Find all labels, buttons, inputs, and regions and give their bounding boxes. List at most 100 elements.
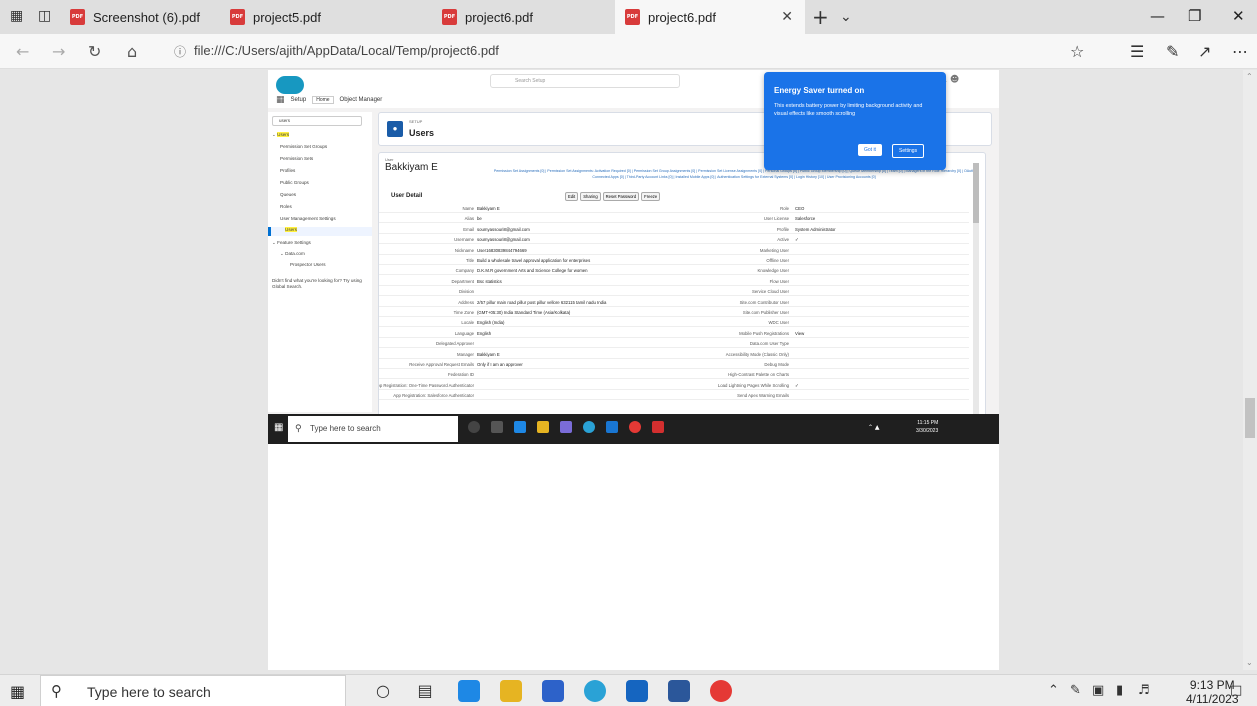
tab-object-manager[interactable]: Object Manager (340, 97, 383, 103)
field-value: English (India) (477, 320, 505, 326)
detail-row: Language English Mobile Push Registrations… (379, 330, 969, 338)
close-tab-icon[interactable]: ✕ (781, 9, 793, 25)
field-value: Bakkiyam E (477, 206, 500, 211)
app-name: Setup (290, 97, 307, 103)
settings-button[interactable]: Settings (892, 144, 925, 158)
field-label: Site.com Contributor User (739, 299, 789, 305)
pen-icon[interactable]: ✎ (1166, 42, 1179, 61)
app-launcher-icon[interactable]: ▦ (276, 95, 285, 105)
field-label: Receive Approval Request Emails (409, 362, 474, 367)
tab-project6-active[interactable]: PDF project6.pdf ✕ (615, 0, 805, 34)
freeze-button[interactable]: Freeze (641, 192, 661, 201)
restore-icon[interactable]: ❐ (1188, 7, 1201, 25)
start-button-icon[interactable]: ▦ (10, 682, 25, 701)
back-icon[interactable]: ← (16, 42, 29, 61)
task-view-icon[interactable]: ▤ (414, 680, 436, 702)
file-explorer-icon[interactable] (500, 680, 522, 702)
field-label: Department (451, 278, 474, 284)
refresh-icon[interactable]: ↻ (88, 42, 101, 61)
nav-item[interactable]: Profiles (280, 168, 295, 173)
field-label: Load Lightning Pages While Scrolling (717, 382, 789, 388)
scroll-down-icon[interactable]: ⌄ (1246, 658, 1253, 667)
pdf-file-icon: PDF (70, 9, 85, 25)
chrome-icon[interactable] (710, 680, 732, 702)
tab-home[interactable]: Home (312, 96, 334, 104)
volume-icon[interactable]: ♬ (1138, 683, 1150, 698)
pen-workspace-icon[interactable]: ✎ (1070, 683, 1081, 698)
detail-row: Alias be User License Salesforce (379, 215, 969, 224)
network-icon[interactable]: ▣ (1092, 683, 1104, 698)
edge-icon (514, 421, 526, 433)
inner-search-box: ⚲ Type here to search (288, 416, 458, 442)
favorite-star-icon[interactable]: ☆ (1070, 42, 1084, 61)
store-icon[interactable] (542, 680, 564, 702)
task-view-icon (491, 421, 503, 433)
scroll-up-icon[interactable]: ⌃ (1246, 72, 1253, 81)
tab-screenshot-6[interactable]: PDF Screenshot (6).pdf (62, 0, 228, 34)
field-value: be (477, 216, 482, 222)
more-menu-icon[interactable]: ⋯ (1232, 42, 1248, 61)
taskbar-search-box[interactable]: ⚲ Type here to search (40, 675, 346, 706)
info-icon[interactable]: ⓘ (174, 43, 186, 60)
new-tab-icon[interactable]: + (812, 5, 829, 29)
chrome-icon (629, 421, 641, 433)
notifications-icon[interactable]: □ (1230, 683, 1242, 698)
battery-icon[interactable]: ▮ (1116, 683, 1123, 698)
field-value: (GMT+05:30) India Standard Time (Asia/Ko… (477, 310, 571, 315)
cortana-icon[interactable]: ○ (372, 680, 394, 702)
detail-row: Company D.K.M.R government Arts and Scien… (379, 267, 969, 276)
nav-item[interactable]: Public Groups (280, 180, 309, 185)
minimize-icon[interactable]: — (1150, 7, 1165, 25)
edit-button[interactable]: Edit (565, 192, 579, 201)
nav-item[interactable]: Roles (280, 204, 292, 209)
nav-item-users-selected[interactable]: Users (268, 227, 372, 236)
tab-label: project6.pdf (648, 9, 716, 25)
nav-item[interactable]: Permission Sets (280, 156, 313, 161)
detail-scrollbar[interactable] (973, 163, 979, 419)
setup-search-input[interactable]: Search Setup (490, 74, 680, 88)
popup-body: This extends battery power by limiting b… (774, 103, 923, 117)
mail-icon[interactable] (626, 680, 648, 702)
sharing-button[interactable]: Sharing (580, 192, 601, 201)
favorites-list-icon[interactable]: ☰ (1130, 42, 1144, 61)
forward-icon[interactable]: → (52, 42, 65, 61)
windows-taskbar: ▦ ⚲ Type here to search ○ ▤ ⌃ ✎ ▣ ▮ ♬ 9:… (0, 674, 1257, 706)
tab-list-chevron-icon[interactable]: ⌄ (840, 9, 852, 25)
taskbar-search-placeholder: Type here to search (87, 684, 211, 700)
nav-group-users[interactable]: ⌄ Users (272, 132, 290, 138)
tab-project5[interactable]: PDF project5.pdf (228, 0, 418, 34)
share-icon[interactable]: ↗ (1198, 42, 1211, 61)
field-label: Address (458, 299, 474, 305)
got-it-button[interactable]: Got it (858, 144, 882, 156)
embedded-screenshot: Search Setup ▦ Setup Home Object Manager… (268, 70, 999, 444)
home-icon[interactable]: ⌂ (127, 42, 137, 61)
show-hidden-icons-icon[interactable]: ⌃ (1048, 683, 1059, 698)
field-label: Language (454, 330, 474, 336)
page-eyebrow: SETUP (409, 119, 423, 124)
word-icon[interactable] (668, 680, 690, 702)
edge-icon[interactable] (584, 680, 606, 702)
nav-group-data-com[interactable]: ⌄ Data.com (280, 251, 305, 257)
quick-find-input[interactable]: users (272, 116, 362, 126)
cortana-icon (468, 421, 480, 433)
scrollbar-thumb[interactable] (1245, 398, 1255, 438)
nav-item[interactable]: User Management Settings (280, 216, 336, 221)
field-label: Site.com Publisher User (742, 310, 789, 315)
url-field[interactable]: file:///C:/Users/ajith/AppData/Local/Tem… (194, 43, 499, 58)
detail-buttons: Edit Sharing Reset Password Freeze (565, 192, 661, 201)
window-close-icon[interactable]: ✕ (1232, 7, 1245, 25)
tab-actions-icon[interactable]: ▦ (10, 8, 23, 24)
nav-item[interactable]: Permission Set Groups (280, 144, 327, 149)
energy-saver-popup: Energy Saver turned on This extends batt… (764, 72, 946, 170)
reset-password-button[interactable]: Reset Password (602, 192, 640, 201)
edge-legacy-icon[interactable] (458, 680, 480, 702)
nav-group-feature-settings[interactable]: ⌄ Feature Settings (272, 240, 311, 246)
nav-item[interactable]: Queues (280, 192, 296, 197)
pdf-scrollbar[interactable]: ⌃ ⌄ (1243, 70, 1257, 670)
tab-project6[interactable]: PDF project6.pdf (434, 0, 614, 34)
field-value: Salesforce (795, 216, 816, 222)
user-icon: ● (387, 121, 403, 137)
nav-item-prospector-users[interactable]: Prospector Users (290, 262, 326, 267)
tab-aside-icon[interactable]: ◫ (38, 8, 51, 24)
page-title: Users (409, 128, 435, 138)
